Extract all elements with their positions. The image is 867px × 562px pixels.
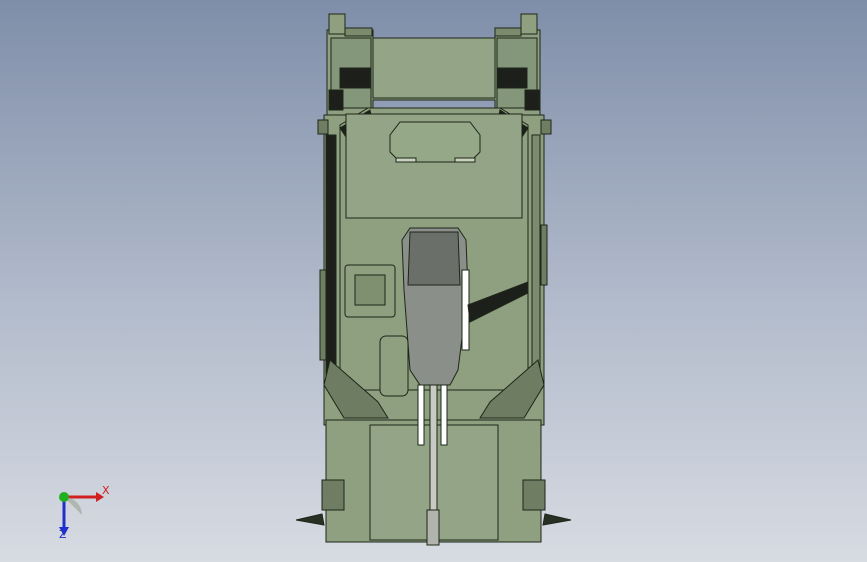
right-side-grille: [524, 89, 540, 111]
muzzle: [426, 509, 440, 546]
hatch-handle-right: [454, 157, 476, 163]
left-side-grille: [328, 89, 344, 111]
left-side-rail: [325, 134, 337, 376]
cab-windshield: [372, 37, 496, 99]
x-axis-label: X: [102, 484, 110, 497]
left-front-post: [328, 13, 346, 35]
right-post-top: [494, 27, 522, 37]
left-mirror: [317, 119, 329, 135]
axis-triad: X Z: [44, 482, 124, 552]
hatch-handle-left: [395, 157, 417, 163]
left-post-top: [344, 27, 373, 37]
right-mirror: [540, 119, 552, 135]
gun-barrel: [429, 384, 438, 511]
z-axis-label: Z: [59, 528, 67, 541]
right-side-rail: [531, 134, 541, 376]
gun-barrel-right: [440, 384, 448, 446]
cad-viewport[interactable]: X Z: [0, 0, 867, 562]
rear-tow-right: [542, 513, 572, 526]
left-grille: [339, 67, 371, 89]
gun-barrel-left: [417, 384, 425, 446]
vehicle-model[interactable]: [0, 0, 867, 562]
right-grille: [496, 67, 528, 89]
left-fender-strip: [319, 269, 327, 361]
triad-graphic: [59, 492, 104, 536]
gunner-box-inner: [354, 274, 386, 306]
ammo-box: [379, 335, 409, 397]
right-front-post: [520, 13, 538, 35]
rear-tow-left: [295, 513, 325, 526]
hatch-window: [389, 121, 481, 163]
turret-shade: [407, 231, 461, 286]
rear-step-right: [522, 479, 546, 511]
gun-arm-right: [461, 269, 470, 351]
right-fender-strip: [540, 224, 548, 286]
rear-step-left: [321, 479, 345, 511]
